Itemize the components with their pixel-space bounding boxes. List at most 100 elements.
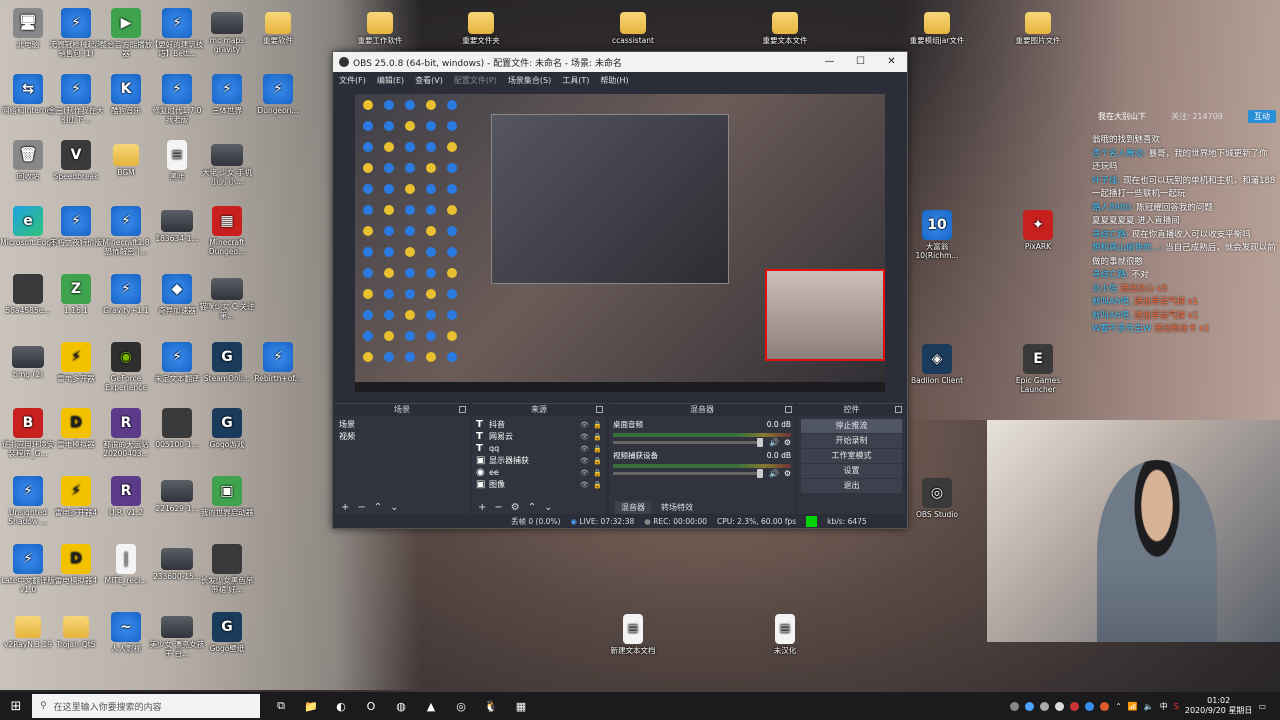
tab-mixer[interactable]: 混音器 [615, 500, 651, 514]
start-button[interactable]: ⊞ [0, 692, 32, 720]
desktop-icon[interactable]: 233600-15... [149, 544, 205, 581]
move-down-icon[interactable]: ⌄ [544, 502, 552, 513]
desktop-icon[interactable]: ⚡ 无畏冠枪械起床销售包 (1) [48, 8, 104, 58]
minecraft-icon[interactable]: ▦ [506, 692, 536, 720]
desktop-icon[interactable]: ⚡ 雷电多开器 [48, 342, 104, 383]
lock-icon[interactable]: 🔒 [593, 443, 602, 455]
move-up-icon[interactable]: ⌃ [374, 502, 382, 513]
desktop-icon[interactable]: 重要图片文件 [1010, 8, 1066, 45]
desktop-icon[interactable]: 005100-1... [149, 408, 205, 449]
studio-mode-button[interactable]: 工作室模式 [801, 449, 902, 463]
chat-username[interactable]: 北小佐 [1092, 284, 1118, 294]
desktop-icon[interactable]: ⚡ 雷电多开器4 [48, 476, 104, 517]
maximize-button[interactable]: ☐ [845, 52, 876, 72]
desktop-icon[interactable]: BGM [98, 140, 154, 177]
desktop-icon[interactable]: ccassistant [605, 8, 661, 45]
desktop-icon[interactable]: K 酷狗音乐 [98, 74, 154, 115]
close-button[interactable]: ✕ [876, 52, 907, 72]
move-down-icon[interactable]: ⌄ [390, 502, 398, 513]
desktop-icon[interactable]: ⚡ Minecraft1.8 恐怖解密 (... [98, 206, 154, 256]
desktop-icon[interactable]: ⚡ Gravity+1.1 [98, 274, 154, 315]
minimize-button[interactable]: — [814, 52, 845, 72]
tray-app-icon[interactable] [1100, 701, 1110, 711]
desktop-icon[interactable]: 美少女 漂亮女孩子 白... [149, 612, 205, 658]
eye-icon[interactable]: 👁 [580, 443, 589, 455]
clock[interactable]: 01:02 2020/9/20 星期日 [1185, 696, 1253, 716]
desktop-icon[interactable]: ▦ Minecraft Dungeo... [199, 206, 255, 256]
start-recording-button[interactable]: 开始录制 [801, 434, 902, 448]
desktop-icon[interactable]: 重要文本文件 [757, 8, 813, 45]
menu-tools[interactable]: 工具(T) [562, 75, 589, 86]
qq-icon[interactable]: 🐧 [476, 692, 506, 720]
desktop-icon[interactable]: D 雷电模拟器 [48, 408, 104, 449]
gear-icon[interactable]: ⚙ [511, 502, 520, 513]
desktop-icon[interactable]: 重要文件夹 [453, 8, 509, 45]
remove-icon[interactable]: − [357, 502, 365, 513]
desktop-icon[interactable]: ▶ 整合芸方能播放器 [98, 8, 154, 58]
chat-username[interactable]: 就叫Ah吧, [1092, 311, 1131, 321]
desktop-icon[interactable]: G Gogo游戏 [199, 408, 255, 449]
move-up-icon[interactable]: ⌃ [528, 502, 536, 513]
desktop-icon[interactable]: ⚡ 未定文本翻译 [149, 342, 205, 383]
volume-slider[interactable] [613, 469, 763, 478]
desktop-icon[interactable]: 猫咪少女 C 关注 第... [199, 274, 255, 320]
desktop-icon[interactable]: ▣ 我的世界启动器 [199, 476, 255, 517]
gear-icon[interactable]: ⚙ [784, 468, 791, 480]
chat-username[interactable]: 寻歧亡路: [1092, 270, 1129, 280]
desktop-icon[interactable]: Z 1.16.1 [48, 274, 104, 315]
search-box[interactable]: ⚲ 在这里输入你要搜索的内容 [32, 694, 260, 718]
desktop-icon[interactable]: 重要软件 [250, 8, 306, 45]
desktop-icon[interactable]: 重要工作软件 [352, 8, 408, 45]
gear-icon[interactable]: ⚙ [784, 437, 791, 449]
scene-item[interactable]: 视频 [339, 431, 465, 443]
task-view-icon[interactable]: ⧉ [266, 692, 296, 720]
desktop-icon[interactable]: R 都很的大运站20200403... [98, 408, 154, 458]
tray-app-icon[interactable] [1070, 701, 1080, 711]
file-explorer-icon[interactable]: 📁 [296, 692, 326, 720]
desktop-icon[interactable]: ⚡ 金三(制作我在大别山下... [48, 74, 104, 124]
chat-username[interactable]: W要不多先生W [1092, 324, 1151, 334]
source-item[interactable]: T 网易云 👁 🔒 [476, 431, 602, 443]
dock-popout-icon[interactable] [596, 406, 603, 413]
obs-titlebar[interactable]: OBS 25.0.8 (64-bit, windows) - 配置文件: 未命名… [333, 52, 907, 72]
desktop-icon[interactable]: ⚡ 【更好的建筑技巧】Bett... [149, 8, 205, 58]
obs-icon[interactable]: ◎ [446, 692, 476, 720]
desktop-icon[interactable]: ⚡ 三体世界 [199, 74, 255, 115]
eye-icon[interactable]: 👁 [580, 467, 589, 479]
lock-icon[interactable]: 🔒 [593, 467, 602, 479]
volume-icon[interactable]: 🔈 [1144, 702, 1154, 711]
desktop-icon[interactable]: ✦ PixARK [1010, 210, 1066, 251]
eye-icon[interactable]: 👁 [580, 479, 589, 491]
desktop-icon[interactable]: ⚡ Dungeon... [250, 74, 306, 115]
desktop-icon[interactable]: G Gogo壁纸 [199, 612, 255, 653]
netease-music-icon[interactable]: ◍ [386, 692, 416, 720]
sogou-ime-icon[interactable]: S [1174, 702, 1179, 711]
desktop-icon[interactable]: D 雷电模拟器4 [48, 544, 104, 585]
menu-file[interactable]: 文件(F) [339, 75, 366, 86]
eye-icon[interactable]: 👁 [580, 419, 589, 431]
desktop-icon[interactable]: R U.R. v1.2 [98, 476, 154, 517]
desktop-icon[interactable]: ≡ 未汉化 [757, 614, 813, 655]
tray-app-icon[interactable] [1010, 701, 1020, 711]
chat-username[interactable]: 路人8980: [1092, 203, 1134, 213]
desktop-icon[interactable]: 183634-1... [149, 206, 205, 243]
tab-transitions[interactable]: 转场特效 [655, 501, 699, 514]
desktop-icon[interactable]: ⚡ 修复时代1.7.0 我老版 [149, 74, 205, 124]
tray-app-icon[interactable] [1040, 701, 1050, 711]
source-item[interactable]: ▣ 图像 👁 🔒 [476, 479, 602, 491]
dock-popout-icon[interactable] [895, 406, 902, 413]
lock-icon[interactable]: 🔒 [593, 431, 602, 443]
chat-username[interactable]: 叶子佳: [1092, 176, 1120, 186]
lock-icon[interactable]: 🔒 [593, 455, 602, 467]
chat-username[interactable]: 寻歧亡路: [1092, 230, 1129, 240]
desktop-icon[interactable]: G SteamOnli... [199, 342, 255, 383]
follow-button[interactable]: 互动 [1248, 109, 1276, 123]
ime-indicator[interactable]: 中 [1160, 701, 1168, 712]
notification-icon[interactable]: ▭ [1258, 702, 1266, 711]
lock-icon[interactable]: 🔒 [593, 479, 602, 491]
obs-window[interactable]: OBS 25.0.8 (64-bit, windows) - 配置文件: 未命名… [332, 51, 908, 529]
desktop-icon[interactable]: ◎ OBS Studio [909, 478, 965, 519]
eye-icon[interactable]: 👁 [580, 455, 589, 467]
desktop-icon[interactable]: ⚡ 不朽之夜特价版 [48, 206, 104, 247]
lock-icon[interactable]: 🔒 [593, 419, 602, 431]
